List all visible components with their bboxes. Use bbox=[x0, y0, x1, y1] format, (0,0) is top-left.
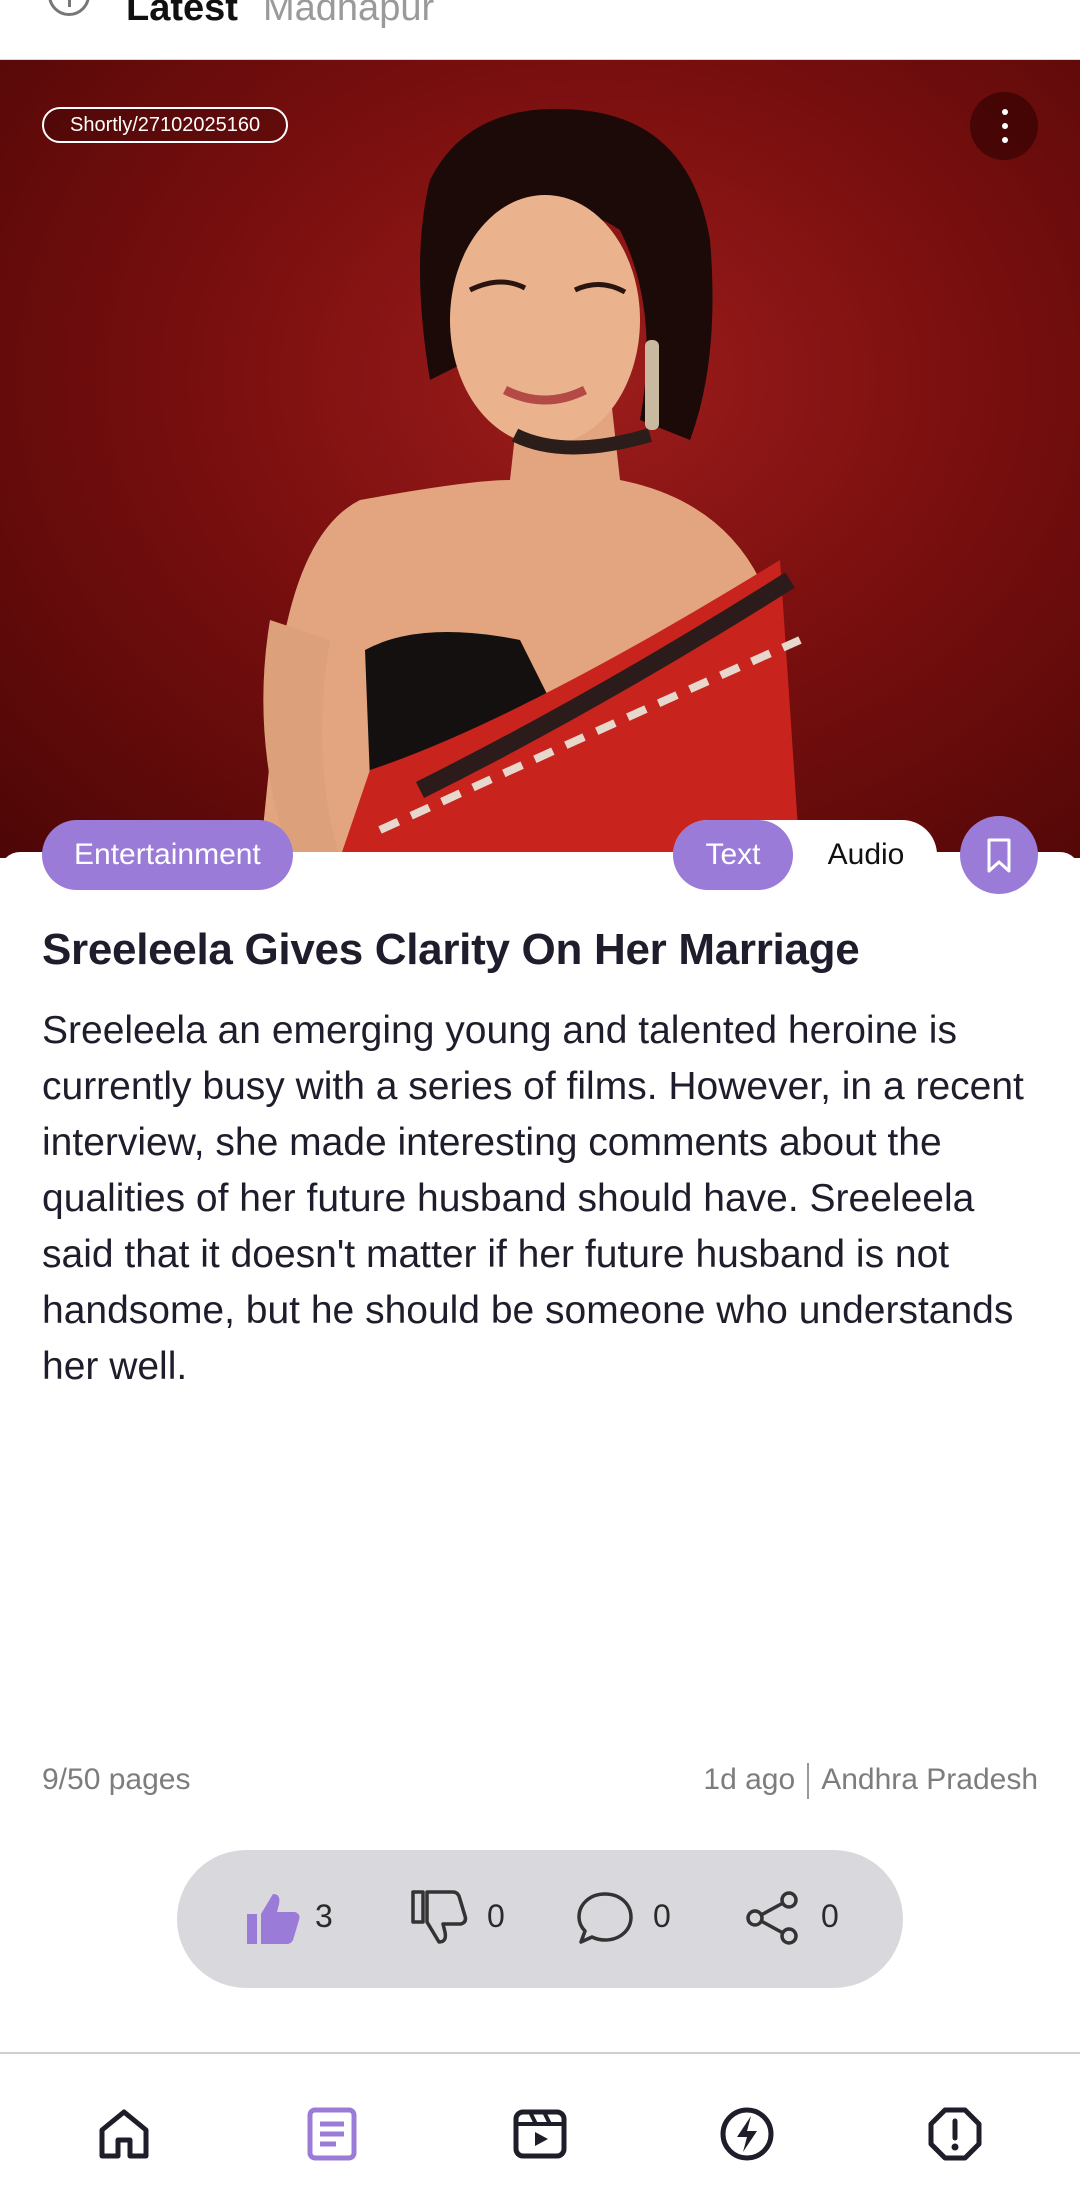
audio-mode-button[interactable]: Audio bbox=[801, 820, 931, 890]
bookmark-button[interactable] bbox=[960, 816, 1038, 894]
page-counter: 9/50 pages bbox=[42, 1763, 191, 1796]
like-button[interactable]: 3 bbox=[243, 1850, 353, 1988]
time-ago: 1d ago bbox=[703, 1763, 796, 1796]
nav-alerts[interactable] bbox=[925, 2104, 985, 2164]
location: Andhra Pradesh bbox=[821, 1763, 1038, 1796]
alert-icon bbox=[928, 2107, 982, 2161]
article-body: Sreeleela an emerging young and talented… bbox=[42, 1009, 1024, 1388]
text-audio-toggle: Text Audio bbox=[673, 820, 937, 890]
share-count: 0 bbox=[821, 1898, 839, 1934]
thumbs-down-icon bbox=[411, 1890, 468, 1944]
flash-icon bbox=[720, 2107, 774, 2161]
comment-count: 0 bbox=[653, 1898, 671, 1934]
engagement-bar: 3 0 0 0 bbox=[177, 1850, 903, 1988]
bookmark-icon bbox=[987, 838, 1011, 873]
text-mode-button[interactable]: Text bbox=[673, 820, 793, 890]
nav-articles[interactable] bbox=[302, 2104, 362, 2164]
category-chip[interactable]: Entertainment bbox=[42, 820, 293, 890]
nav-videos[interactable] bbox=[510, 2104, 570, 2164]
dislike-count: 0 bbox=[487, 1898, 505, 1934]
article-icon bbox=[307, 2107, 357, 2161]
comment-icon bbox=[577, 1892, 633, 1944]
portrait-illustration bbox=[260, 108, 802, 858]
dislike-button[interactable]: 0 bbox=[409, 1850, 519, 1988]
nav-home[interactable] bbox=[94, 2104, 154, 2164]
thumbs-up-icon bbox=[247, 1894, 300, 1944]
nav-shorts[interactable] bbox=[717, 2104, 777, 2164]
article-meta: 1d ago Andhra Pradesh bbox=[703, 1763, 1038, 1800]
top-tab-bar: Latest Madhapur bbox=[0, 0, 1080, 60]
more-options-icon[interactable] bbox=[970, 92, 1038, 160]
home-icon bbox=[99, 2109, 149, 2159]
article-title: Sreeleela Gives Clarity On Her Marriage bbox=[42, 925, 860, 974]
share-button[interactable]: 0 bbox=[743, 1850, 853, 1988]
comment-button[interactable]: 0 bbox=[575, 1850, 685, 1988]
article-image: Shortly/27102025160 bbox=[0, 60, 1080, 858]
like-count: 3 bbox=[315, 1898, 333, 1934]
video-icon bbox=[513, 2109, 567, 2159]
tab-latest[interactable]: Latest bbox=[126, 0, 238, 30]
source-badge: Shortly/27102025160 bbox=[42, 107, 289, 143]
share-icon bbox=[746, 1891, 798, 1945]
bottom-navigation bbox=[0, 2052, 1080, 2208]
add-tab-icon[interactable] bbox=[48, 0, 90, 16]
meta-divider bbox=[807, 1763, 810, 1800]
tab-madhapur[interactable]: Madhapur bbox=[263, 0, 434, 30]
